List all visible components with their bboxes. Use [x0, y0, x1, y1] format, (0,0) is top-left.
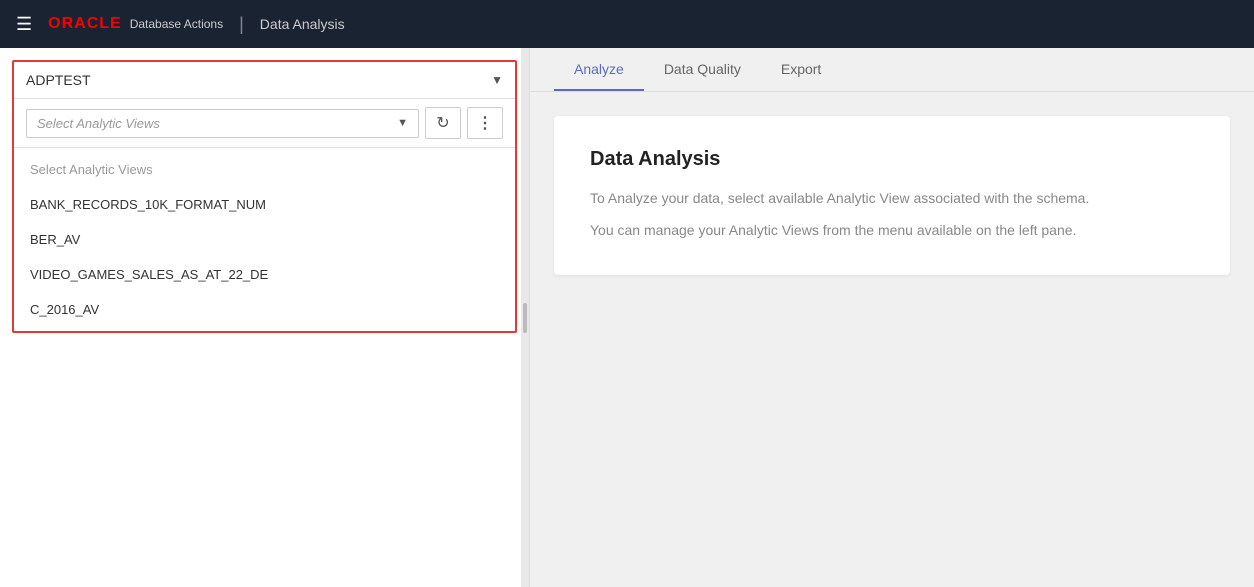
av-select-arrow-icon: ▼ — [397, 117, 408, 129]
list-item[interactable]: VIDEO_GAMES_SALES_AS_AT_22_DE — [14, 257, 515, 292]
content-area: Analyze Data Quality Export Data Analysi… — [530, 48, 1254, 587]
main-layout: ADPTEST ▼ Select Analytic Views ▼ Select… — [0, 48, 1254, 587]
nav-divider: | — [239, 14, 244, 35]
sidebar: ADPTEST ▼ Select Analytic Views ▼ Select… — [0, 48, 530, 587]
info-card-title: Data Analysis — [590, 148, 1194, 171]
info-line-1: To Analyze your data, select available A… — [590, 187, 1194, 211]
info-card: Data Analysis To Analyze your data, sele… — [554, 116, 1230, 275]
refresh-icon — [436, 113, 449, 133]
info-card-text: To Analyze your data, select available A… — [590, 187, 1194, 243]
list-item[interactable]: Select Analytic Views — [14, 152, 515, 187]
more-options-button[interactable] — [467, 107, 503, 139]
av-select-dropdown[interactable]: Select Analytic Views ▼ — [26, 109, 419, 138]
topbar: ☰ ORACLE Database Actions | Data Analysi… — [0, 0, 1254, 48]
oracle-logo-text: ORACLE — [48, 15, 122, 33]
sidebar-resizer[interactable] — [521, 48, 529, 587]
oracle-logo-area: ORACLE Database Actions — [48, 15, 223, 33]
tab-analyze[interactable]: Analyze — [554, 49, 644, 91]
tab-export[interactable]: Export — [761, 49, 841, 91]
refresh-button[interactable] — [425, 107, 461, 139]
av-select-placeholder-text: Select Analytic Views — [37, 116, 160, 131]
list-item[interactable]: BER_AV — [14, 222, 515, 257]
resizer-handle — [523, 303, 527, 333]
av-controls-row: Select Analytic Views ▼ — [14, 99, 515, 148]
schema-selector-panel: ADPTEST ▼ Select Analytic Views ▼ Select… — [12, 60, 517, 333]
list-item[interactable]: C_2016_AV — [14, 292, 515, 327]
schema-selected-value: ADPTEST — [26, 72, 91, 88]
info-line-2: You can manage your Analytic Views from … — [590, 219, 1194, 243]
more-options-icon — [477, 113, 493, 133]
list-item[interactable]: BANK_RECORDS_10K_FORMAT_NUM — [14, 187, 515, 222]
tab-data-quality[interactable]: Data Quality — [644, 49, 761, 91]
page-title-topbar: Data Analysis — [260, 16, 345, 32]
db-actions-label: Database Actions — [130, 17, 223, 31]
schema-dropdown-arrow-icon: ▼ — [491, 73, 503, 87]
hamburger-menu-icon[interactable]: ☰ — [16, 14, 32, 35]
tabs-bar: Analyze Data Quality Export — [530, 48, 1254, 92]
av-dropdown-list: Select Analytic Views BANK_RECORDS_10K_F… — [14, 148, 515, 331]
schema-dropdown[interactable]: ADPTEST ▼ — [14, 62, 515, 99]
content-panel: Data Analysis To Analyze your data, sele… — [530, 92, 1254, 587]
